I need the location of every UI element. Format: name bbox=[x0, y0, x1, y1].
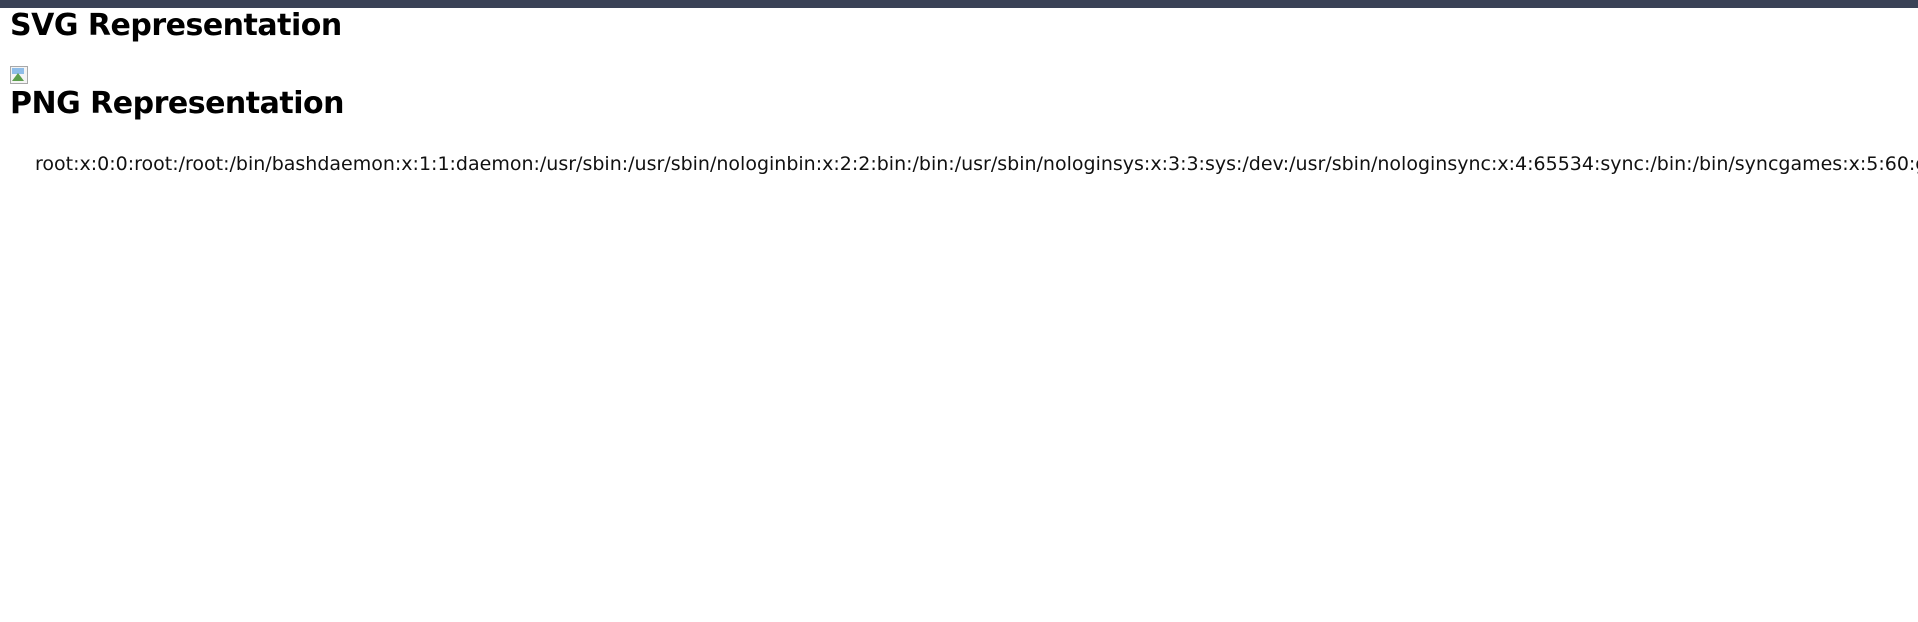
png-section-title: PNG Representation bbox=[10, 86, 344, 121]
page-content: SVG Representation PNG Representation ro… bbox=[10, 8, 1918, 176]
broken-image-icon bbox=[10, 66, 30, 86]
top-bar bbox=[0, 0, 1918, 8]
svg-section-title: SVG Representation bbox=[10, 8, 342, 43]
png-content-text: root:x:0:0:root:/root:/bin/bashdaemon:x:… bbox=[35, 153, 1918, 175]
